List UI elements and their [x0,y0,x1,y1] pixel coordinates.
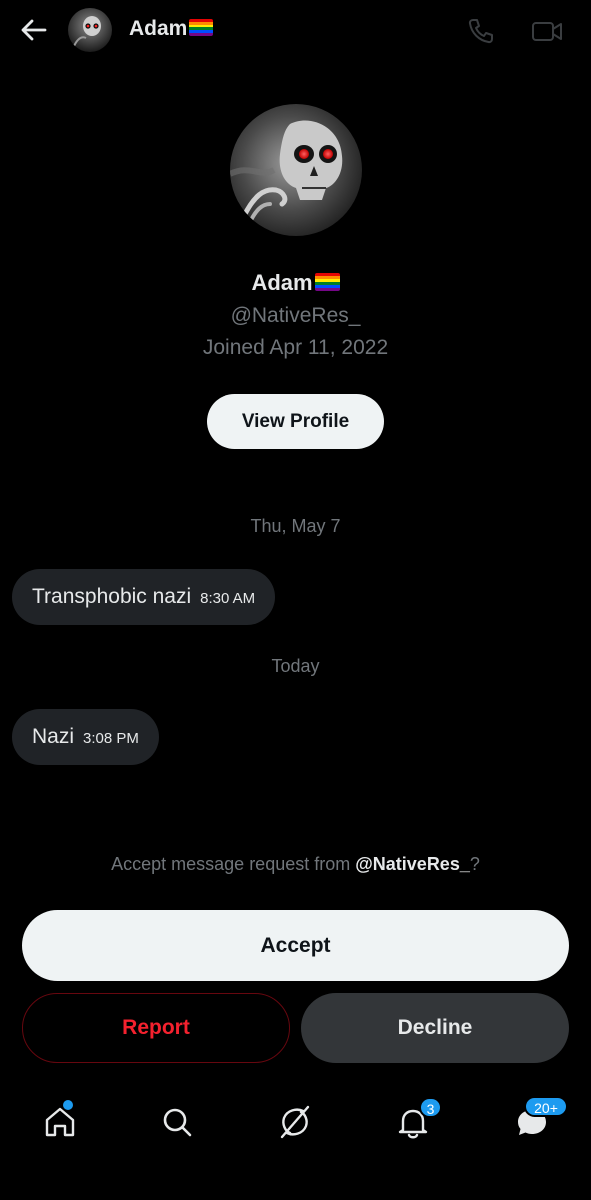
home-icon [45,1107,75,1137]
report-button[interactable]: Report [22,993,290,1063]
message-text: Transphobic nazi [32,585,192,608]
message-time: 3:08 PM [83,730,139,747]
profile-name: Adam [0,270,591,296]
skull-avatar-image [230,104,362,236]
request-prefix: Accept message request from [111,854,356,874]
home-unread-dot [63,1100,73,1110]
grok-icon [280,1105,310,1139]
skull-avatar-image [68,8,112,52]
video-call-button[interactable] [530,16,564,46]
nav-search[interactable] [155,1100,199,1144]
message-request-prompt: Accept message request from @NativeRes_? [0,854,591,875]
message-time: 8:30 AM [200,590,256,607]
video-camera-icon [532,22,562,41]
header-avatar[interactable] [68,8,112,52]
rainbow-flag-icon [314,273,340,291]
message-bubble[interactable]: Nazi 3:08 PM [12,709,159,765]
profile-name-text: Adam [251,270,313,295]
voice-call-button[interactable] [466,16,496,46]
date-separator: Thu, May 7 [250,516,341,536]
view-profile-button[interactable]: View Profile [207,394,384,449]
bottom-navigation: 3 20+ [0,1082,591,1162]
messages-badge: 20+ [524,1096,568,1117]
phone-icon [468,19,493,44]
profile-joined-date: Joined Apr 11, 2022 [202,336,389,359]
rainbow-flag-icon [189,19,214,36]
back-button[interactable] [18,14,50,46]
notifications-badge: 3 [419,1097,442,1118]
conversation-header: Adam [0,0,591,62]
date-separator: Today [271,656,320,676]
nav-grok[interactable] [273,1100,317,1144]
request-suffix: ? [469,854,480,874]
message-bubble[interactable]: Transphobic nazi 8:30 AM [12,569,276,625]
request-handle[interactable]: @NativeRes_ [355,854,470,874]
header-name: Adam [129,17,188,40]
profile-avatar[interactable] [230,104,362,236]
nav-notifications[interactable]: 3 [391,1097,442,1144]
message-text: Nazi [32,725,75,748]
nav-home[interactable] [38,1100,82,1144]
search-icon [163,1108,192,1137]
profile-handle: @NativeRes_ [230,304,361,327]
header-title: Adam [129,17,214,41]
accept-button[interactable]: Accept [22,910,569,981]
decline-button[interactable]: Decline [301,993,569,1063]
nav-messages[interactable]: 20+ [510,1096,568,1144]
arrow-left-icon [21,19,47,41]
